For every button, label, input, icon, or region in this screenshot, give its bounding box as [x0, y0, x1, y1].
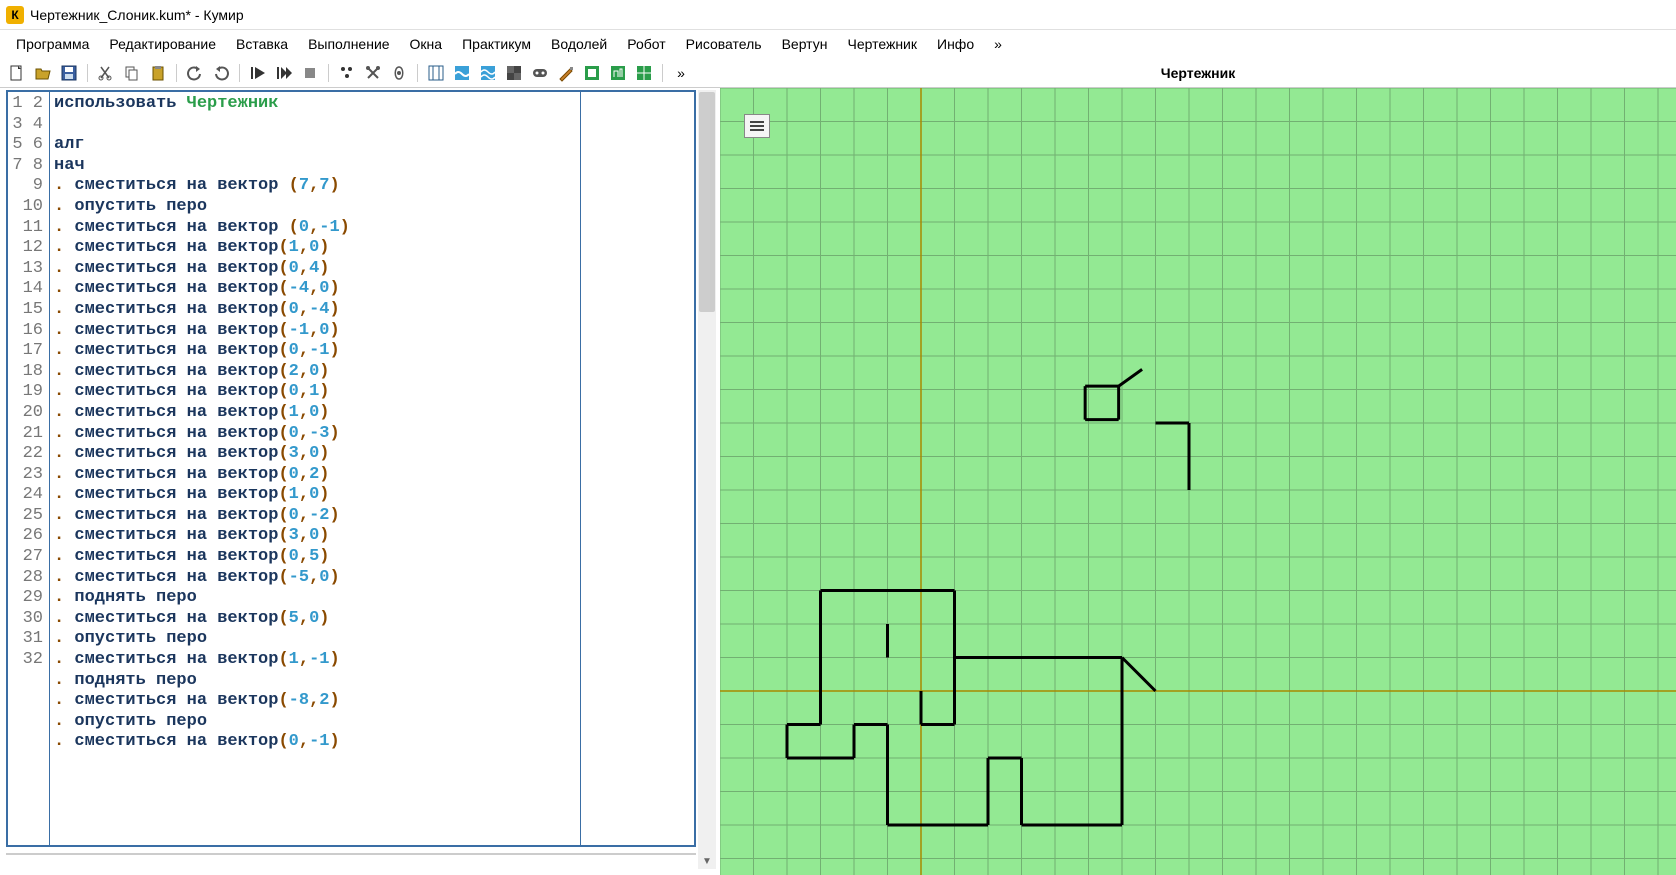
drawer-canvas[interactable]: [720, 88, 1676, 875]
toolbar-separator: [417, 64, 418, 82]
menubar: ПрограммаРедактированиеВставкаВыполнение…: [0, 30, 1676, 58]
toolbar-overflow-button[interactable]: »: [670, 62, 692, 84]
menu-item[interactable]: Вертун: [772, 32, 838, 56]
editor-pane: 1 2 3 4 5 6 7 8 9 10 11 12 13 14 15 16 1…: [0, 88, 720, 875]
scroll-thumb[interactable]: [699, 92, 715, 312]
new-file-button[interactable]: [6, 62, 28, 84]
code-area[interactable]: использовать Чертежник алг нач . сместит…: [50, 92, 694, 845]
line-gutter: 1 2 3 4 5 6 7 8 9 10 11 12 13 14 15 16 1…: [8, 92, 50, 845]
drawer-title-bar: Чертежник: [720, 58, 1676, 88]
actor-aqua-button[interactable]: [451, 62, 473, 84]
menu-item[interactable]: Вставка: [226, 32, 298, 56]
app-icon: К: [6, 6, 24, 24]
redo-button[interactable]: [210, 62, 232, 84]
toolbar-separator: [87, 64, 88, 82]
run-button[interactable]: [247, 62, 269, 84]
menu-item[interactable]: Инфо: [927, 32, 984, 56]
menu-item[interactable]: Выполнение: [298, 32, 399, 56]
save-file-button[interactable]: [58, 62, 80, 84]
drawing-grid: [720, 88, 1676, 875]
undo-button[interactable]: [184, 62, 206, 84]
copy-button[interactable]: [121, 62, 143, 84]
actor-aqua2-button[interactable]: [477, 62, 499, 84]
actor-green3-button[interactable]: [633, 62, 655, 84]
actor-paint-button[interactable]: [555, 62, 577, 84]
actor-green1-button[interactable]: [581, 62, 603, 84]
actor-robot-button[interactable]: [503, 62, 525, 84]
vertical-scrollbar[interactable]: ▲ ▼: [698, 90, 716, 869]
stop-button[interactable]: [299, 62, 321, 84]
scroll-down-button[interactable]: ▼: [698, 853, 716, 869]
menu-item[interactable]: »: [984, 32, 1012, 56]
open-file-button[interactable]: [32, 62, 54, 84]
menu-item[interactable]: Рисователь: [676, 32, 772, 56]
toolbar-separator: [176, 64, 177, 82]
actor-green2-button[interactable]: [607, 62, 629, 84]
toolbar-separator: [239, 64, 240, 82]
actors-button[interactable]: [336, 62, 358, 84]
titlebar: К Чертежник_Слоник.kum* - Кумир: [0, 0, 1676, 30]
actor-game-button[interactable]: [529, 62, 551, 84]
window-title: Чертежник_Слоник.kum* - Кумир: [30, 7, 244, 23]
actor-1-button[interactable]: [425, 62, 447, 84]
breakpoint-button[interactable]: [388, 62, 410, 84]
drawer-title: Чертежник: [1161, 65, 1235, 81]
menu-item[interactable]: Программа: [6, 32, 99, 56]
menu-item[interactable]: Робот: [617, 32, 675, 56]
menu-item[interactable]: Чертежник: [837, 32, 927, 56]
menu-item[interactable]: Практикум: [452, 32, 541, 56]
toolbar: »: [0, 58, 720, 88]
cut-button[interactable]: [95, 62, 117, 84]
menu-item[interactable]: Водолей: [541, 32, 617, 56]
variables-button[interactable]: [362, 62, 384, 84]
toolbar-separator: [662, 64, 663, 82]
toolbar-separator: [328, 64, 329, 82]
paste-button[interactable]: [147, 62, 169, 84]
run-step-button[interactable]: [273, 62, 295, 84]
canvas-menu-button[interactable]: [744, 114, 770, 138]
print-margin: [580, 92, 581, 845]
menu-item[interactable]: Редактирование: [99, 32, 226, 56]
code-editor[interactable]: 1 2 3 4 5 6 7 8 9 10 11 12 13 14 15 16 1…: [6, 90, 696, 847]
editor-bottom-panel: [6, 853, 696, 875]
menu-item[interactable]: Окна: [400, 32, 453, 56]
